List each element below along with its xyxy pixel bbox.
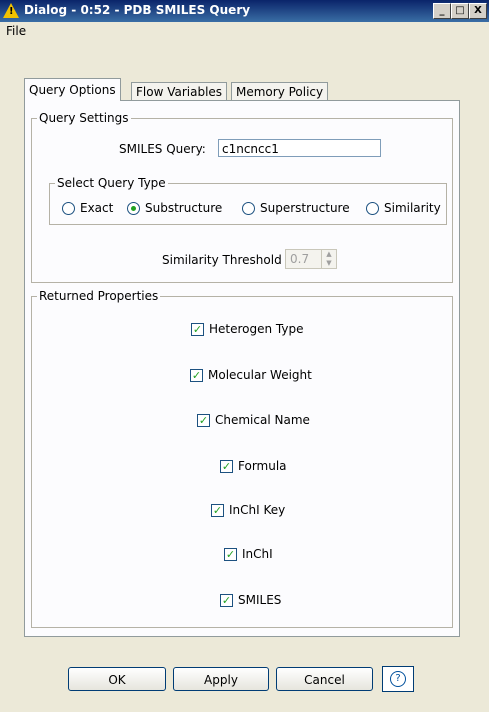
checkbox-chemical-name[interactable]: ✓ Chemical Name bbox=[197, 413, 310, 427]
tab-query-options[interactable]: Query Options bbox=[24, 78, 121, 101]
checkbox-formula-label: Formula bbox=[238, 459, 287, 473]
checkbox-inchi[interactable]: ✓ InChI bbox=[224, 547, 273, 561]
checkbox-heterogen-type-label: Heterogen Type bbox=[209, 322, 304, 336]
returned-properties-title: Returned Properties bbox=[37, 289, 161, 303]
maximize-button[interactable]: □ bbox=[451, 3, 469, 19]
checkbox-smiles[interactable]: ✓ SMILES bbox=[220, 593, 281, 607]
checkbox-smiles-box: ✓ bbox=[220, 593, 233, 607]
checkbox-formula-box: ✓ bbox=[220, 459, 233, 473]
menu-file[interactable]: File bbox=[6, 24, 26, 38]
checkbox-formula[interactable]: ✓ Formula bbox=[220, 459, 287, 473]
radio-similarity-label: Similarity bbox=[384, 201, 441, 215]
radio-superstructure-dot bbox=[242, 201, 255, 215]
smiles-query-label: SMILES Query: bbox=[119, 142, 206, 156]
help-icon: ? bbox=[390, 671, 406, 687]
query-settings-title: Query Settings bbox=[37, 111, 131, 125]
similarity-threshold-spinner[interactable]: 0.7 ▲ ▼ bbox=[285, 249, 337, 269]
query-type-group: Select Query Type Exact Substructure Sup… bbox=[49, 176, 447, 225]
ok-button[interactable]: OK bbox=[68, 667, 166, 691]
radio-substructure[interactable]: Substructure bbox=[127, 201, 222, 215]
tab-flow-variables[interactable]: Flow Variables bbox=[131, 82, 228, 101]
checkbox-chemical-name-label: Chemical Name bbox=[215, 413, 310, 427]
radio-substructure-label: Substructure bbox=[145, 201, 223, 215]
warning-icon bbox=[3, 3, 19, 18]
returned-properties-group: Returned Properties ✓ Heterogen Type ✓ M… bbox=[31, 289, 453, 628]
checkbox-molecular-weight[interactable]: ✓ Molecular Weight bbox=[190, 368, 312, 382]
checkbox-molecular-weight-box: ✓ bbox=[190, 368, 203, 382]
window-title: Dialog - 0:52 - PDB SMILES Query bbox=[24, 3, 251, 17]
checkbox-heterogen-type-box: ✓ bbox=[191, 322, 204, 336]
checkbox-inchi-key-label: InChI Key bbox=[229, 503, 286, 517]
query-type-title: Select Query Type bbox=[55, 176, 168, 190]
checkbox-smiles-label: SMILES bbox=[238, 593, 282, 607]
radio-similarity-dot bbox=[366, 201, 379, 215]
radio-exact-label: Exact bbox=[80, 201, 114, 215]
tab-memory-policy[interactable]: Memory Policy bbox=[231, 82, 329, 101]
radio-superstructure[interactable]: Superstructure bbox=[242, 201, 350, 215]
similarity-threshold-label: Similarity Threshold bbox=[162, 253, 282, 267]
checkbox-inchi-box: ✓ bbox=[224, 547, 237, 561]
checkbox-molecular-weight-label: Molecular Weight bbox=[208, 368, 312, 382]
close-button[interactable]: X bbox=[469, 3, 487, 19]
checkbox-inchi-label: InChI bbox=[242, 547, 273, 561]
checkbox-chemical-name-box: ✓ bbox=[197, 413, 210, 427]
query-options-panel: Query Settings SMILES Query: c1ncncc1 Se… bbox=[24, 100, 460, 637]
apply-button[interactable]: Apply bbox=[173, 667, 269, 691]
checkbox-inchi-key[interactable]: ✓ InChI Key bbox=[211, 503, 285, 517]
minimize-button[interactable]: _ bbox=[433, 3, 451, 19]
title-bar: Dialog - 0:52 - PDB SMILES Query _ □ X bbox=[0, 0, 489, 22]
smiles-query-input[interactable]: c1ncncc1 bbox=[218, 139, 381, 157]
query-settings-group: Query Settings SMILES Query: c1ncncc1 Se… bbox=[31, 111, 453, 283]
cancel-button[interactable]: Cancel bbox=[276, 667, 373, 691]
radio-exact-dot bbox=[62, 201, 75, 215]
menu-bar: File bbox=[0, 22, 489, 40]
similarity-threshold-value: 0.7 bbox=[290, 252, 310, 266]
radio-substructure-dot bbox=[127, 201, 140, 215]
spinner-arrows-icon[interactable]: ▲ ▼ bbox=[321, 250, 336, 268]
checkbox-inchi-key-box: ✓ bbox=[211, 503, 224, 517]
help-button[interactable]: ? bbox=[382, 666, 414, 692]
radio-exact[interactable]: Exact bbox=[62, 201, 113, 215]
checkbox-heterogen-type[interactable]: ✓ Heterogen Type bbox=[191, 322, 304, 336]
radio-superstructure-label: Superstructure bbox=[260, 201, 350, 215]
radio-similarity[interactable]: Similarity bbox=[366, 201, 441, 215]
